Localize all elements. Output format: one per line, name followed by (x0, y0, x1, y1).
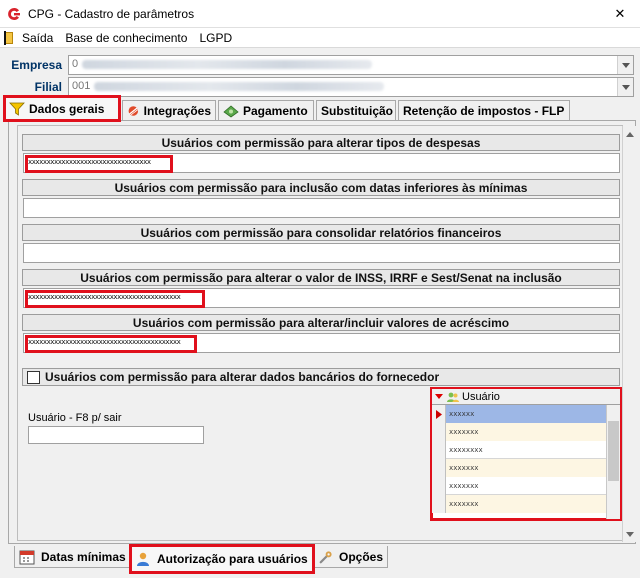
tab-pagamento[interactable]: Pagamento (218, 100, 314, 120)
tab-integracoes[interactable]: Integrações (122, 100, 216, 120)
tab-datas-minimas[interactable]: Datas mínimas (14, 546, 132, 568)
section-title: Usuários com permissão para alterar/incl… (22, 314, 620, 331)
users-input[interactable]: xxxxxxxxxxxxxxxxxxxxxxxxxxxxxxxxxxxxxxxx… (23, 288, 620, 308)
app-logo-icon (6, 6, 22, 22)
user-icon (137, 552, 149, 566)
masked-users-value: xxxxxxxxxxxxxxxxxxxxxxxxxxxxxxxxxxxxxxxx… (25, 335, 197, 353)
scroll-area: Usuários com permissão para alterar tipo… (17, 125, 636, 542)
integration-icon (128, 105, 139, 116)
grid-cell[interactable]: xxxxxxx (446, 423, 606, 441)
section-alterar-tipos-despesas: Usuários com permissão para alterar tipo… (22, 134, 620, 176)
grid-header: Usuário (432, 389, 620, 405)
users-input[interactable]: xxxxxxxxxxxxxxxxxxxxxxxxxxxxxxxxx (23, 153, 620, 173)
empresa-combo[interactable]: 0 (68, 55, 634, 75)
masked-users-value: xxxxxxxxxxxxxxxxxxxxxxxxxxxxxxxxxxxxxxxx… (25, 290, 205, 308)
bank-data-label: Usuários com permissão para alterar dado… (45, 370, 440, 384)
scroll-down-icon[interactable] (623, 526, 636, 542)
table-row[interactable]: xxxxxxx (432, 495, 606, 513)
table-row[interactable]: xxxxxxx (432, 459, 606, 477)
table-row[interactable]: xxxxxxx (432, 423, 606, 441)
close-button[interactable]: ✕ (600, 0, 640, 28)
section-title: Usuários com permissão para consolidar r… (22, 224, 620, 241)
tab-autorizacao-usuarios[interactable]: Autorização para usuários (129, 544, 315, 574)
grid-cell[interactable]: xxxxxxx (446, 477, 606, 495)
tab-substituicao[interactable]: Substituição (316, 100, 396, 120)
tab-opcoes[interactable]: Opções (314, 546, 388, 568)
window-title: CPG - Cadastro de parâmetros (28, 6, 195, 21)
menu-item-saida[interactable]: Saída (0, 28, 61, 48)
grid-body: xxxxxx xxxxxxx xxxxxxxx xxxxxxx xxxxxxx (432, 405, 606, 513)
bank-data-checkbox[interactable] (27, 370, 40, 384)
blurred-text (94, 81, 385, 91)
wrench-icon (319, 550, 332, 563)
menu-item-base-conhecimento[interactable]: Base de conhecimento (61, 28, 195, 48)
menu-bar: Saída Base de conhecimento LGPD (0, 28, 640, 48)
chevron-down-icon[interactable] (617, 56, 633, 74)
row-pointer-icon (432, 405, 446, 423)
section-consolidar-relatorios: Usuários com permissão para consolidar r… (22, 224, 620, 266)
empresa-row: Empresa 0 (0, 55, 640, 77)
empresa-value: 0 (72, 58, 79, 70)
grid-scroll-thumb[interactable] (608, 421, 619, 481)
funnel-icon (9, 102, 25, 116)
tab-panel: Usuários com permissão para alterar tipo… (8, 120, 636, 544)
grid-column-usuario[interactable]: Usuário (462, 391, 500, 403)
section-title: Usuários com permissão para alterar o va… (22, 269, 620, 286)
users-input[interactable] (23, 243, 620, 263)
calendar-icon (19, 550, 35, 564)
bottom-tab-strip: Datas mínimas Autorização para usuários … (8, 544, 638, 574)
title-bar: CPG - Cadastro de parâmetros ✕ (0, 0, 640, 28)
masked-users-value: xxxxxxxxxxxxxxxxxxxxxxxxxxxxxxxxx (25, 155, 173, 173)
user-input[interactable] (28, 426, 204, 444)
section-datas-inferiores: Usuários com permissão para inclusão com… (22, 179, 620, 221)
users-grid[interactable]: Usuário xxxxxx xxxxxxx xxxxxxxx xxxxxxx (430, 387, 622, 521)
bank-data-permission-row[interactable]: Usuários com permissão para alterar dado… (22, 368, 620, 386)
section-title: Usuários com permissão para inclusão com… (22, 179, 620, 196)
exit-door-icon (4, 30, 13, 45)
grid-cell[interactable]: xxxxxxx (446, 495, 606, 513)
dropdown-arrow-icon[interactable] (432, 389, 446, 405)
grid-scrollbar[interactable] (606, 405, 620, 519)
blurred-text (82, 59, 373, 69)
tab-dados-gerais[interactable]: Dados gerais (3, 95, 121, 122)
table-row[interactable]: xxxxxxxx (432, 441, 606, 459)
grid-cell[interactable]: xxxxxxxx (446, 441, 606, 459)
grid-cell[interactable]: xxxxxxx (446, 459, 606, 477)
grid-cell[interactable]: xxxxxx (446, 405, 606, 423)
filial-value: 001 (72, 80, 91, 92)
tab-retencao-impostos[interactable]: Retenção de impostos - FLP (398, 100, 570, 120)
section-valores-acrescimo: Usuários com permissão para alterar/incl… (22, 314, 620, 356)
menu-item-lgpd[interactable]: LGPD (195, 28, 240, 48)
empresa-label: Empresa (11, 58, 62, 72)
section-inss-irrf-sest: Usuários com permissão para alterar o va… (22, 269, 620, 311)
users-input[interactable]: xxxxxxxxxxxxxxxxxxxxxxxxxxxxxxxxxxxxxxxx… (23, 333, 620, 353)
filial-combo[interactable]: 001 (68, 77, 634, 97)
top-tab-strip: Dados gerais Integrações Pagamento Subst… (2, 95, 638, 122)
user-field-label: Usuário - F8 p/ sair (28, 412, 122, 424)
chevron-down-icon[interactable] (617, 78, 633, 96)
users-icon (447, 392, 459, 402)
filial-label: Filial (34, 80, 62, 94)
money-icon (223, 104, 239, 117)
close-icon: ✕ (614, 6, 626, 21)
users-input[interactable] (23, 198, 620, 218)
table-row[interactable]: xxxxxx (432, 405, 606, 423)
scroll-up-icon[interactable] (623, 126, 636, 142)
panel-scrollbar[interactable] (622, 126, 636, 542)
section-title: Usuários com permissão para alterar tipo… (22, 134, 620, 151)
table-row[interactable]: xxxxxxx (432, 477, 606, 495)
